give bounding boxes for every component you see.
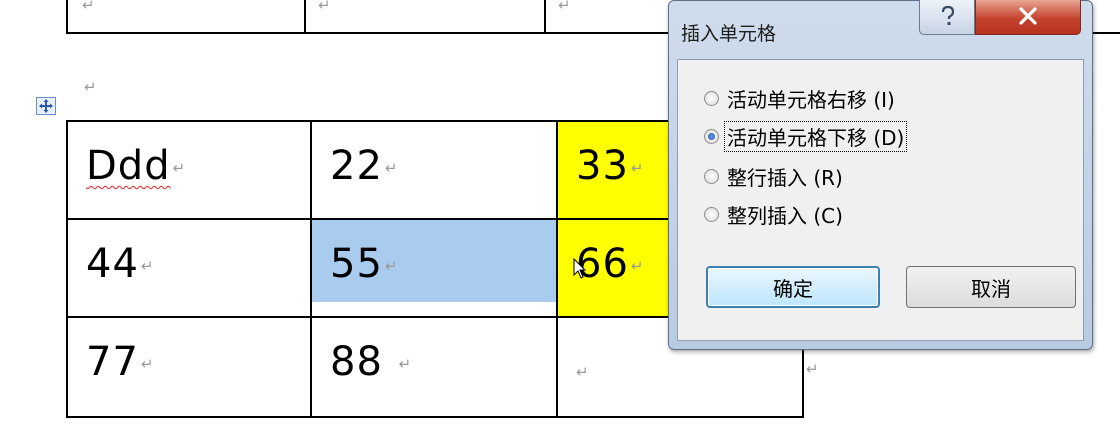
paragraph-mark: ↵ [630,159,644,177]
radio-label: 活动单元格下移 (D) [723,120,908,152]
paragraph-mark: ↵ [318,0,331,14]
table-cell[interactable]: ↵ [304,0,546,32]
cell-text: 22 [330,143,383,189]
radio-label: 整行插入 (R) [727,165,843,190]
cancel-button[interactable]: 取消 [906,266,1076,308]
radio-button[interactable] [704,206,719,222]
paragraph-mark: ↵ [140,355,154,373]
radio-shift-right[interactable]: 活动单元格右移 (I) [704,84,897,112]
move-icon [39,99,53,113]
help-icon [941,5,955,25]
paragraph-mark: ↵ [576,363,589,381]
table-cell[interactable]: Ddd ↵ [66,120,312,220]
mouse-cursor-icon [573,258,587,279]
paragraph-mark: ↵ [630,257,644,275]
ok-button[interactable]: 确定 [706,266,880,308]
paragraph-mark: ↵ [558,0,571,14]
paragraph-mark: ↵ [172,159,186,177]
paragraph-mark: ↵ [84,78,97,96]
radio-button-selected[interactable] [704,128,719,144]
cell-text: 44 [86,241,139,287]
table-cell[interactable]: 22 ↵ [310,120,558,220]
table-cell[interactable]: ↵ [68,0,306,32]
paragraph-mark: ↵ [384,257,398,275]
row-end-mark: ↵ [806,360,819,378]
radio-insert-column[interactable]: 整列插入 (C) [704,200,845,228]
paragraph-mark: ↵ [82,0,95,14]
radio-button[interactable] [704,168,719,184]
cell-text: 33 [576,143,629,189]
cell-text: 55 [330,241,383,287]
dialog-title: 插入单元格 [681,23,777,45]
cell-text: Ddd [86,143,171,189]
radio-button[interactable] [704,90,719,106]
cell-text: 88 [330,339,397,385]
table-cell[interactable]: 77 ↵ [66,316,312,418]
help-button[interactable] [919,0,975,35]
cell-text: 77 [86,339,139,385]
dialog-body: 活动单元格右移 (I) 活动单元格下移 (D) 整行插入 (R) 整列插入 (C… [677,59,1084,341]
paragraph-mark: ↵ [398,355,412,373]
close-icon [1019,7,1037,25]
paragraph-mark: ↵ [140,257,154,275]
close-button[interactable] [975,0,1081,35]
radio-label: 活动单元格右移 (I) [727,87,895,112]
table-cell[interactable]: 44 ↵ [66,218,312,318]
table-cell[interactable]: 55 ↵ [310,218,558,318]
radio-shift-down[interactable]: 活动单元格下移 (D) [704,120,908,152]
table-move-handle[interactable] [36,97,56,115]
paragraph-mark: ↵ [384,159,398,177]
radio-label: 整列插入 (C) [727,203,843,228]
table-cell[interactable]: 88 ↵ [310,316,558,418]
insert-cells-dialog: 插入单元格 活动单元格右移 (I) 活动单元格下移 (D) 整行插入 (R) 整… [668,0,1093,350]
radio-insert-row[interactable]: 整行插入 (R) [704,162,845,190]
